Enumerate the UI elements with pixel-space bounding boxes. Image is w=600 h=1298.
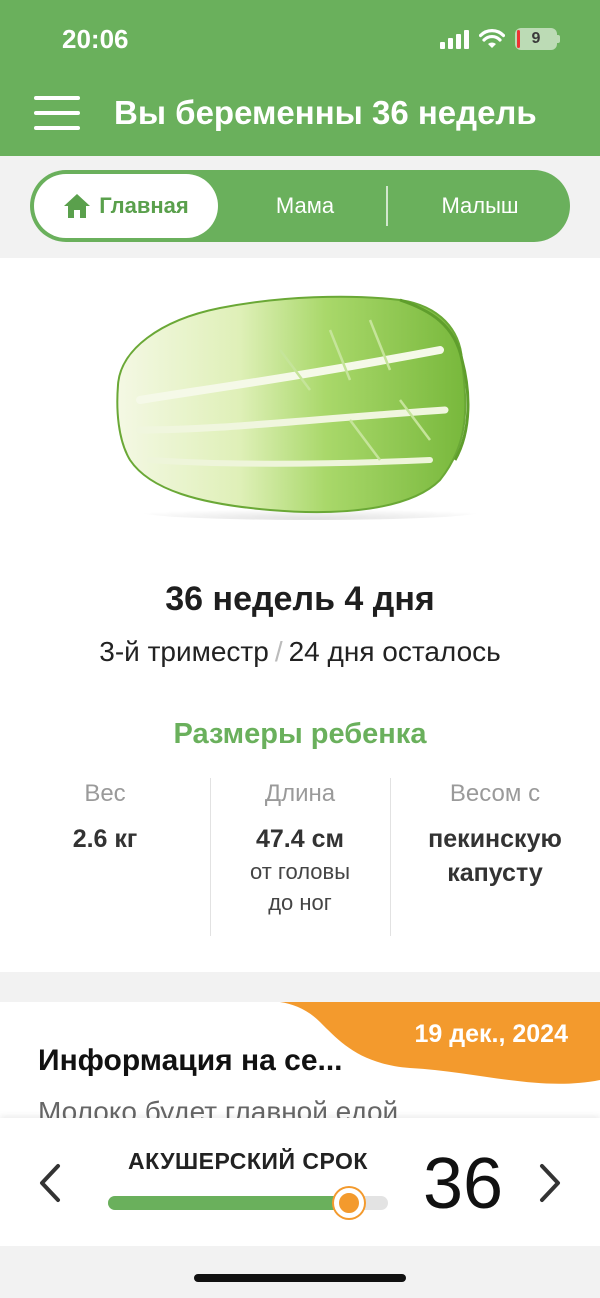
size-weight: Вес 2.6 кг [0,780,210,856]
size-length-label: Длина [264,780,336,807]
home-indicator-area [0,1246,600,1298]
term-label: АКУШЕРСКИЙ СРОК [128,1148,368,1174]
wifi-icon [479,29,505,48]
tab-mom-label: Мама [275,193,335,218]
baby-sizes-title: Размеры ребенка [173,718,427,750]
term-progress-slider[interactable] [108,1188,388,1218]
status-time: 20:06 [62,24,129,54]
chevron-left-icon[interactable] [34,1158,64,1208]
size-length-value: 47.4 см [255,825,344,853]
menu-button[interactable] [34,96,80,130]
term-panel: АКУШЕРСКИЙ СРОК 36 [0,1118,600,1246]
size-weight-value: 2.6 кг [72,825,138,853]
battery-level: 9 [531,30,541,47]
status-bar: 20:06 9 [0,0,600,80]
chevron-right-icon[interactable] [536,1158,566,1208]
pregnancy-week-title: 36 недель 4 дня [165,580,435,618]
home-icon [64,194,91,218]
chinese-cabbage-illustration [116,295,480,520]
days-left: 24 дня осталось [288,636,501,667]
size-length: Длина 47.4 см от головы до ног [210,780,390,918]
battery-icon: 9 [515,28,560,50]
trimester: 3-й триместр [99,636,269,667]
page-title: Вы беременны 36 недель [114,94,537,131]
size-comparison: Весом с пекинскую капусту [390,780,600,890]
tab-home-label: Главная [99,193,189,218]
info-title: Информация на се... [38,1044,343,1077]
cellular-signal-icon [440,29,469,49]
separator: / [274,636,283,667]
size-comparison-value: пекинскую капусту [428,825,562,887]
size-comparison-label: Весом с [449,780,541,807]
tab-baby-label: Малыш [441,193,519,218]
term-progress-fill [108,1196,349,1210]
size-weight-label: Вес [84,780,126,807]
trimester-line: 3-й триместр/24 дня осталось [0,636,600,668]
tab-baby[interactable]: Малыш [390,170,570,242]
segmented-tabs: Главная Мама Малыш [30,170,570,242]
term-progress-knob[interactable] [333,1188,364,1218]
size-length-note: от головы до ног [249,859,351,915]
daily-info-card[interactable]: 19 дек., 2024 Информация на се... Молоко… [0,1002,600,1122]
home-indicator[interactable] [194,1274,406,1282]
app-header: Вы беременны 36 недель [0,80,600,156]
tab-divider [386,186,388,226]
week-card: 36 недель 4 дня 3-й триместр/24 дня оста… [0,258,600,972]
hamburger-icon [34,96,80,100]
week-number: 36 [422,1144,504,1224]
status-icons: 9 [440,28,560,50]
tab-mom[interactable]: Мама [230,170,380,242]
tabs-area: Главная Мама Малыш [0,156,600,258]
tab-home[interactable]: Главная [34,174,218,238]
info-date: 19 дек., 2024 [414,1020,569,1048]
